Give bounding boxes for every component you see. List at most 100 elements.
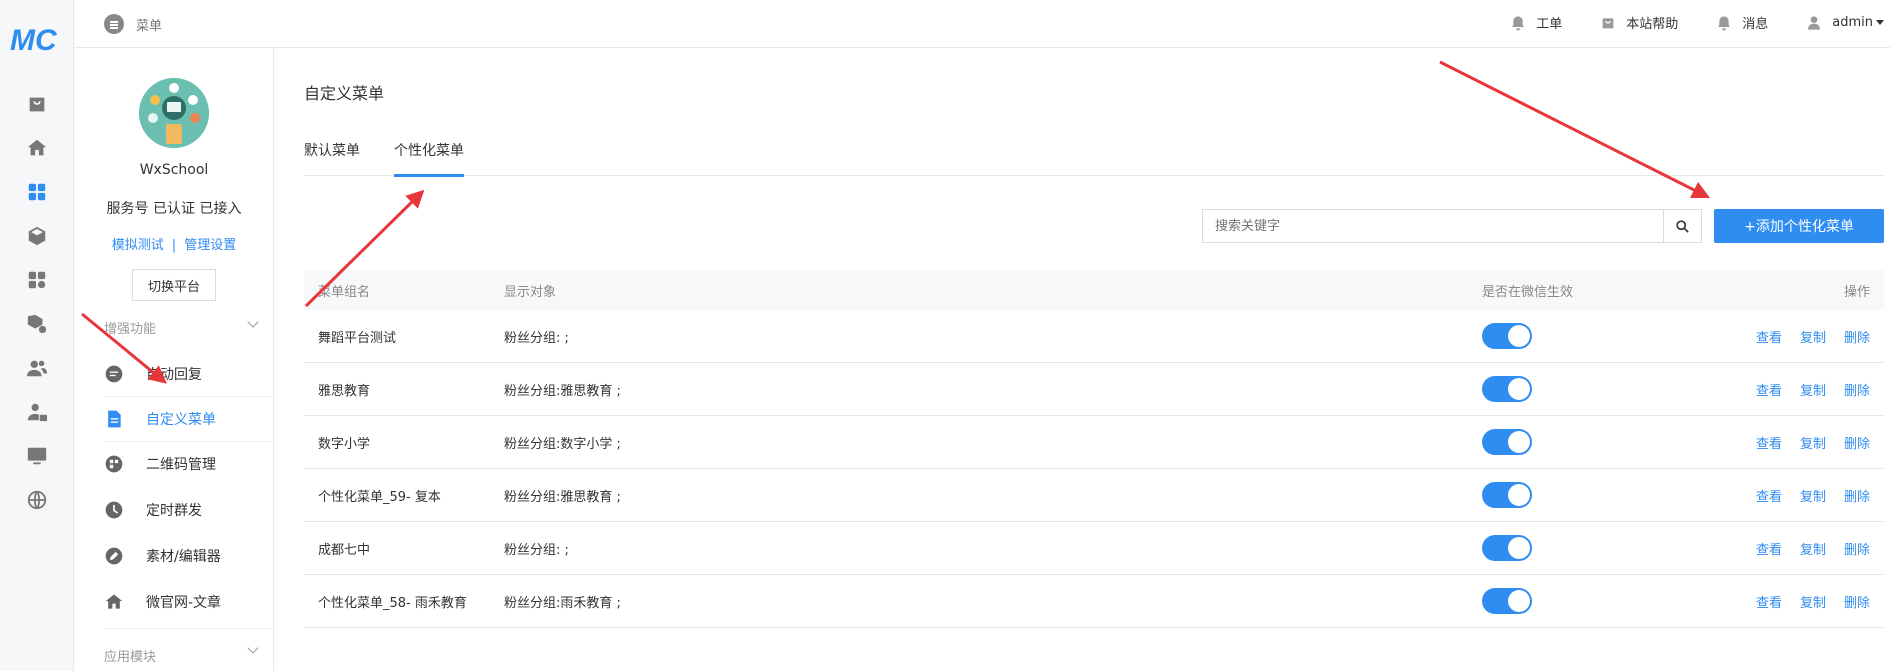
tickets-label: 工单 xyxy=(1536,17,1563,32)
delete-link[interactable]: 删除 xyxy=(1844,380,1870,399)
apps-settings-icon xyxy=(28,271,46,289)
view-link[interactable]: 查看 xyxy=(1756,486,1782,505)
table-row: 雅思教育 粉丝分组:雅思教育 ; 查看 复制 删除 xyxy=(304,363,1884,416)
header-ops: 操作 xyxy=(1843,284,1870,300)
svg-text:MC: MC xyxy=(10,24,58,56)
top-links: 工单 本站帮助 消息 admin xyxy=(1472,13,1884,32)
home-icon xyxy=(104,592,124,612)
row-target: 粉丝分组: ; xyxy=(504,542,569,558)
copy-link[interactable]: 复制 xyxy=(1800,380,1826,399)
breadcrumb-label: 菜单 xyxy=(136,18,163,34)
search-input[interactable] xyxy=(1203,210,1663,242)
copy-link[interactable]: 复制 xyxy=(1800,592,1826,611)
menu-auto-reply[interactable]: 自动回复 xyxy=(104,352,274,396)
copy-link[interactable]: 复制 xyxy=(1800,486,1826,505)
delete-link[interactable]: 删除 xyxy=(1844,433,1870,452)
divider xyxy=(104,628,274,629)
menu-materials[interactable]: 素材/编辑器 xyxy=(104,534,274,578)
active-toggle[interactable] xyxy=(1482,482,1532,508)
delete-link[interactable]: 删除 xyxy=(1844,539,1870,558)
user-lock-icon xyxy=(27,403,48,422)
switch-platform-button[interactable]: 切换平台 xyxy=(132,269,216,301)
view-link[interactable]: 查看 xyxy=(1756,539,1782,558)
row-name: 个性化菜单_58- 雨禾教育 xyxy=(318,595,467,611)
pencil-icon xyxy=(104,546,124,566)
breadcrumb: 菜单 xyxy=(104,14,162,34)
header-active: 是否在微信生效 xyxy=(1482,284,1574,300)
search-button[interactable] xyxy=(1663,210,1701,242)
bag-icon xyxy=(29,97,45,112)
tab-default-menu[interactable]: 默认菜单 xyxy=(304,140,360,174)
manage-settings-link[interactable]: 管理设置 xyxy=(184,238,236,253)
row-name: 舞蹈平台测试 xyxy=(318,330,397,346)
view-link[interactable]: 查看 xyxy=(1756,327,1782,346)
messages-link[interactable]: 消息 xyxy=(1716,13,1768,32)
tab-personalized-menu[interactable]: 个性化菜单 xyxy=(394,140,464,177)
user-menu[interactable]: admin xyxy=(1806,15,1884,31)
menu-scheduled-send-label: 定时群发 xyxy=(146,503,202,519)
copy-link[interactable]: 复制 xyxy=(1800,327,1826,346)
search-icon xyxy=(1676,219,1689,233)
view-link[interactable]: 查看 xyxy=(1756,592,1782,611)
row-ops: 查看 复制 删除 xyxy=(1756,416,1870,468)
row-target: 粉丝分组:雅思教育 ; xyxy=(504,489,621,505)
rail-globe[interactable] xyxy=(0,474,74,526)
delete-link[interactable]: 删除 xyxy=(1844,486,1870,505)
row-name: 成都七中 xyxy=(318,542,371,558)
bell-icon xyxy=(1718,15,1731,30)
active-toggle[interactable] xyxy=(1482,323,1532,349)
delete-link[interactable]: 删除 xyxy=(1844,592,1870,611)
active-toggle[interactable] xyxy=(1482,429,1532,455)
row-ops: 查看 复制 删除 xyxy=(1756,310,1870,362)
cube-icon xyxy=(28,226,46,246)
menu-qrcode[interactable]: 二维码管理 xyxy=(104,442,274,486)
chevron-down-icon[interactable] xyxy=(247,316,259,328)
row-ops: 查看 复制 删除 xyxy=(1756,575,1870,627)
account-sidebar: WxSchool 服务号 已认证 已接入 模拟测试 | 管理设置 切换平台 增强功能… xyxy=(74,48,274,671)
copy-link[interactable]: 复制 xyxy=(1800,539,1826,558)
user-icon xyxy=(1808,15,1821,30)
row-target: 粉丝分组:雨禾教育 ; xyxy=(504,595,621,611)
simulate-test-link[interactable]: 模拟测试 xyxy=(112,238,164,253)
chevron-down-icon[interactable] xyxy=(247,642,259,654)
qrcode-icon xyxy=(104,454,124,474)
tab-bar: 默认菜单 个性化菜单 xyxy=(304,128,1884,177)
copy-link[interactable]: 复制 xyxy=(1800,433,1826,452)
menu-microsite[interactable]: 微官网-文章 xyxy=(104,580,274,624)
document-icon xyxy=(104,409,124,429)
globe-icon xyxy=(27,490,47,510)
active-toggle[interactable] xyxy=(1482,588,1532,614)
table-row: 数字小学 粉丝分组:数字小学 ; 查看 复制 删除 xyxy=(304,416,1884,469)
chevron-down-icon xyxy=(1876,20,1884,25)
help-link[interactable]: 本站帮助 xyxy=(1600,13,1678,32)
top-bar: 菜单 工单 本站帮助 消息 admin xyxy=(74,0,1890,48)
logo[interactable]: MC xyxy=(8,22,64,56)
search-box xyxy=(1202,209,1702,243)
table-row: 个性化菜单_58- 雨禾教育 粉丝分组:雨禾教育 ; 查看 复制 删除 xyxy=(304,575,1884,628)
account-name: WxSchool xyxy=(139,162,209,178)
row-name: 数字小学 xyxy=(318,436,371,452)
user-name: admin xyxy=(1832,15,1873,30)
group-enhance-title[interactable]: 增强功能 xyxy=(104,318,156,337)
menu-table: 菜单组名 显示对象 是否在微信生效 操作 舞蹈平台测试 粉丝分组: ; 查看 复… xyxy=(304,270,1884,628)
clock-icon xyxy=(104,500,124,520)
table-row: 舞蹈平台测试 粉丝分组: ; 查看 复制 删除 xyxy=(304,310,1884,363)
menu-custom-menu-label: 自定义菜单 xyxy=(146,412,216,428)
row-target: 粉丝分组:雅思教育 ; xyxy=(504,383,621,399)
menu-scheduled-send[interactable]: 定时群发 xyxy=(104,488,274,532)
apps-grid-icon xyxy=(28,183,46,201)
menu-auto-reply-label: 自动回复 xyxy=(146,367,202,383)
menu-custom-menu[interactable]: 自定义菜单 xyxy=(104,397,274,441)
view-link[interactable]: 查看 xyxy=(1756,433,1782,452)
active-toggle[interactable] xyxy=(1482,535,1532,561)
tickets-link[interactable]: 工单 xyxy=(1510,13,1562,32)
group-apps-title[interactable]: 应用模块 xyxy=(104,646,156,665)
row-ops: 查看 复制 删除 xyxy=(1756,469,1870,521)
add-personalized-menu-button[interactable]: +添加个性化菜单 xyxy=(1714,209,1884,243)
home-icon xyxy=(27,139,47,156)
view-link[interactable]: 查看 xyxy=(1756,380,1782,399)
delete-link[interactable]: 删除 xyxy=(1844,327,1870,346)
active-toggle[interactable] xyxy=(1482,376,1532,402)
bell-icon xyxy=(1512,15,1525,30)
row-ops: 查看 复制 删除 xyxy=(1756,522,1870,574)
